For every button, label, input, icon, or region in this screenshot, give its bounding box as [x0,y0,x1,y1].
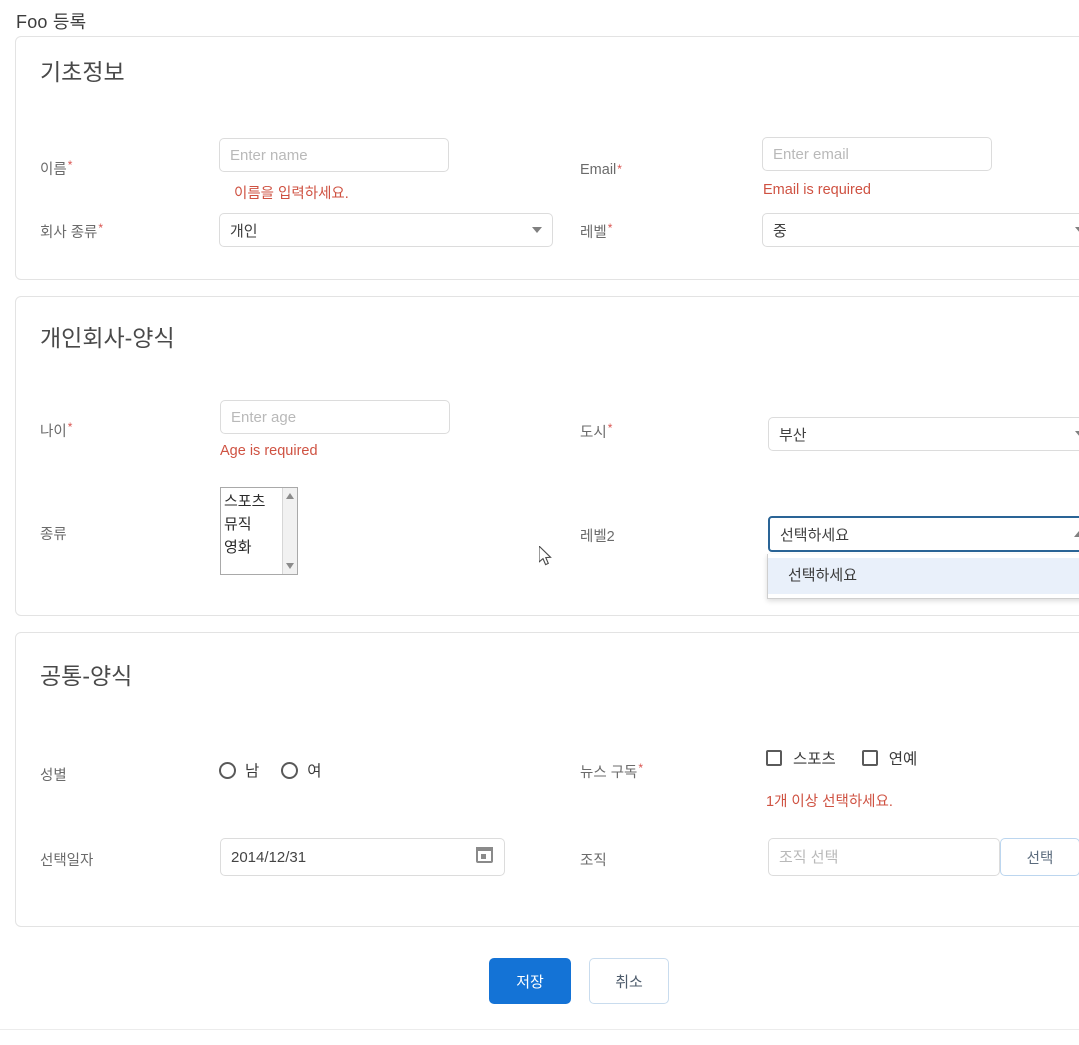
required-asterisk-email: * [617,162,622,176]
radio-circle-icon [219,761,236,779]
level2-dropdown-panel[interactable]: 선택하세요 [767,554,1079,599]
email-input[interactable] [762,137,992,171]
date-field-wrapper [220,838,505,876]
label-email: Email* [580,162,622,178]
level2-value: 선택하세요 [780,526,850,544]
section-card-basic-info: 기초정보 이름* 이름을 입력하세요. Email* Email is requ… [15,36,1079,280]
form-page: Foo 등록 기초정보 이름* 이름을 입력하세요. Email* Email … [0,0,1079,1045]
radio-circle-icon [281,761,299,779]
label-gender-text: 성별 [40,768,67,784]
chevron-up-icon [1074,531,1079,537]
section-title-basic-info: 기초정보 [40,59,125,85]
organization-input[interactable] [768,838,1000,876]
label-gender: 성별 [40,764,68,785]
city-value: 부산 [779,426,807,444]
news-checkbox-sports-label: 스포츠 [793,751,836,768]
label-level2-text: 레벨2 [580,529,615,545]
kind-multiselect-listbox[interactable]: 스포츠 뮤직 영화 [220,487,298,575]
list-item[interactable]: 영화 [224,536,282,559]
kind-listbox-scrollbar[interactable] [282,488,297,574]
news-checkbox-group: 스포츠 연예 [766,747,943,769]
error-name: 이름을 입력하세요. [234,186,349,202]
age-input[interactable] [220,400,450,434]
required-asterisk-city: * [607,421,613,435]
level-select[interactable]: 중 [762,213,1079,247]
company-type-select[interactable]: 개인 [219,213,553,247]
label-level-text: 레벨 [580,225,607,241]
error-age: Age is required [220,443,318,459]
label-selected-date-text: 선택일자 [40,853,94,869]
level2-select[interactable]: 선택하세요 [768,516,1079,552]
section-title-individual-form: 개인회사-양식 [40,325,175,351]
dropdown-option[interactable]: 선택하세요 [768,558,1079,594]
label-company-type-text: 회사 종류 [40,225,98,241]
news-checkbox-entertainment-label: 연예 [888,751,918,768]
section-card-common-form: 공통-양식 성별 남 여 뉴스 구독* 스포츠 연예 1개 이상 선택하세요. … [15,632,1079,927]
checkbox-square-icon [861,750,878,766]
city-select[interactable]: 부산 [768,417,1079,451]
gender-radio-male[interactable]: 남 [219,759,259,781]
label-age-text: 나이 [40,424,67,440]
required-asterisk-name: * [67,158,73,172]
error-email: Email is required [763,182,871,198]
gender-radio-female[interactable]: 여 [281,759,322,781]
news-checkbox-sports[interactable]: 스포츠 [766,747,836,769]
label-company-type: 회사 종류* [40,221,103,242]
label-organization: 조직 [580,849,608,870]
list-item[interactable]: 뮤직 [224,513,282,536]
company-type-value: 개인 [230,222,258,240]
label-name-text: 이름 [40,162,67,178]
label-kind: 종류 [40,523,68,544]
calendar-icon[interactable] [476,847,493,863]
required-asterisk-level: * [607,221,613,235]
scroll-up-arrow-icon[interactable] [286,493,294,499]
section-title-common-form: 공통-양식 [40,663,133,689]
required-asterisk-news: * [638,761,644,775]
label-city-text: 도시 [580,425,607,441]
gender-radio-male-label: 남 [245,763,260,780]
required-asterisk-company-type: * [98,221,104,235]
label-kind-text: 종류 [40,527,67,543]
cancel-button[interactable]: 취소 [589,958,669,1004]
organization-pick-button[interactable]: 선택 [1000,838,1079,876]
level-value: 중 [773,222,787,240]
gender-radio-group: 남 여 [219,759,344,781]
chevron-down-icon [1075,431,1079,437]
label-name: 이름* [40,158,72,179]
error-news: 1개 이상 선택하세요. [766,794,893,810]
kind-option-list: 스포츠 뮤직 영화 [221,488,282,574]
save-button[interactable]: 저장 [489,958,571,1004]
scroll-down-arrow-icon[interactable] [286,563,294,569]
required-asterisk-age: * [67,420,73,434]
label-email-text: Email [580,162,617,178]
news-checkbox-entertainment[interactable]: 연예 [861,747,918,769]
chevron-down-icon [532,227,542,233]
name-input[interactable] [219,138,449,172]
page-title: Foo 등록 [16,12,87,32]
label-city: 도시* [580,421,612,442]
chevron-down-icon [1075,227,1079,233]
label-news-subscription: 뉴스 구독* [580,761,643,782]
bottom-divider [0,1029,1079,1030]
label-news-subscription-text: 뉴스 구독 [580,765,638,781]
checkbox-square-icon [766,750,782,766]
date-input[interactable] [220,838,505,876]
label-level2: 레벨2 [580,525,616,546]
label-level: 레벨* [580,221,612,242]
label-organization-text: 조직 [580,853,607,869]
gender-radio-female-label: 여 [307,763,322,780]
label-selected-date: 선택일자 [40,849,94,870]
list-item[interactable]: 스포츠 [224,490,282,513]
label-age: 나이* [40,420,72,441]
